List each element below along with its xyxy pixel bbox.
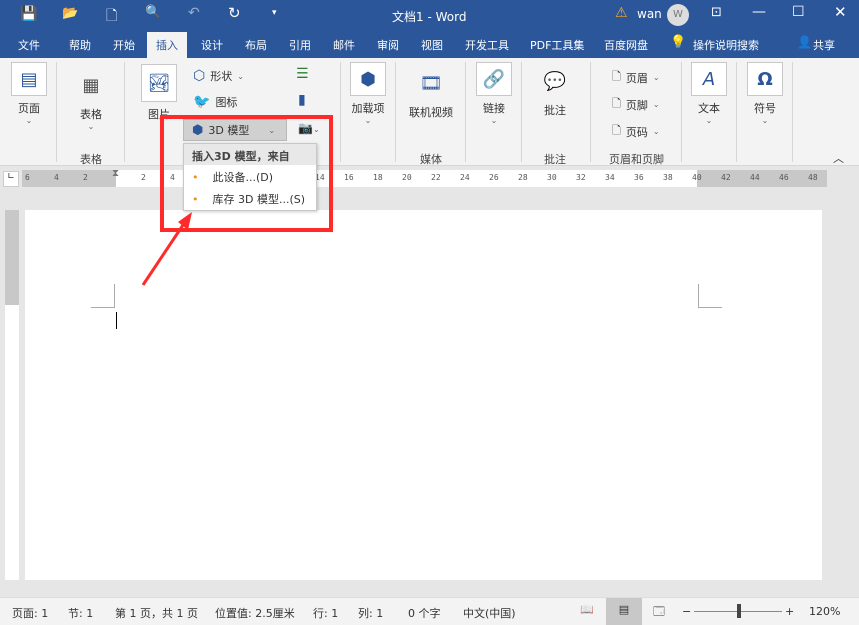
zoom-level[interactable]: 120% (809, 605, 840, 618)
status-language[interactable]: 中文(中国) (463, 605, 516, 621)
status-line[interactable]: 行: 1 (313, 605, 338, 621)
status-position[interactable]: 位置值: 2.5厘米 (215, 605, 295, 621)
status-word-count[interactable]: 0 个字 (408, 605, 441, 621)
zoom-out-button[interactable]: − (682, 605, 691, 618)
status-page-of[interactable]: 第 1 页，共 1 页 (115, 605, 198, 621)
status-column[interactable]: 列: 1 (358, 605, 383, 621)
status-section[interactable]: 节: 1 (68, 605, 93, 621)
zoom-in-button[interactable]: + (785, 605, 794, 618)
print-layout-icon[interactable]: ▤ (606, 598, 642, 625)
status-bar: 页面: 1 节: 1 第 1 页，共 1 页 位置值: 2.5厘米 行: 1 列… (0, 597, 859, 625)
status-page[interactable]: 页面: 1 (12, 605, 48, 621)
web-layout-icon[interactable]: 🗔 (653, 603, 665, 622)
zoom-slider-thumb[interactable] (737, 604, 741, 618)
annotation-arrow (141, 212, 192, 286)
read-mode-icon[interactable]: 📖 (580, 603, 594, 616)
